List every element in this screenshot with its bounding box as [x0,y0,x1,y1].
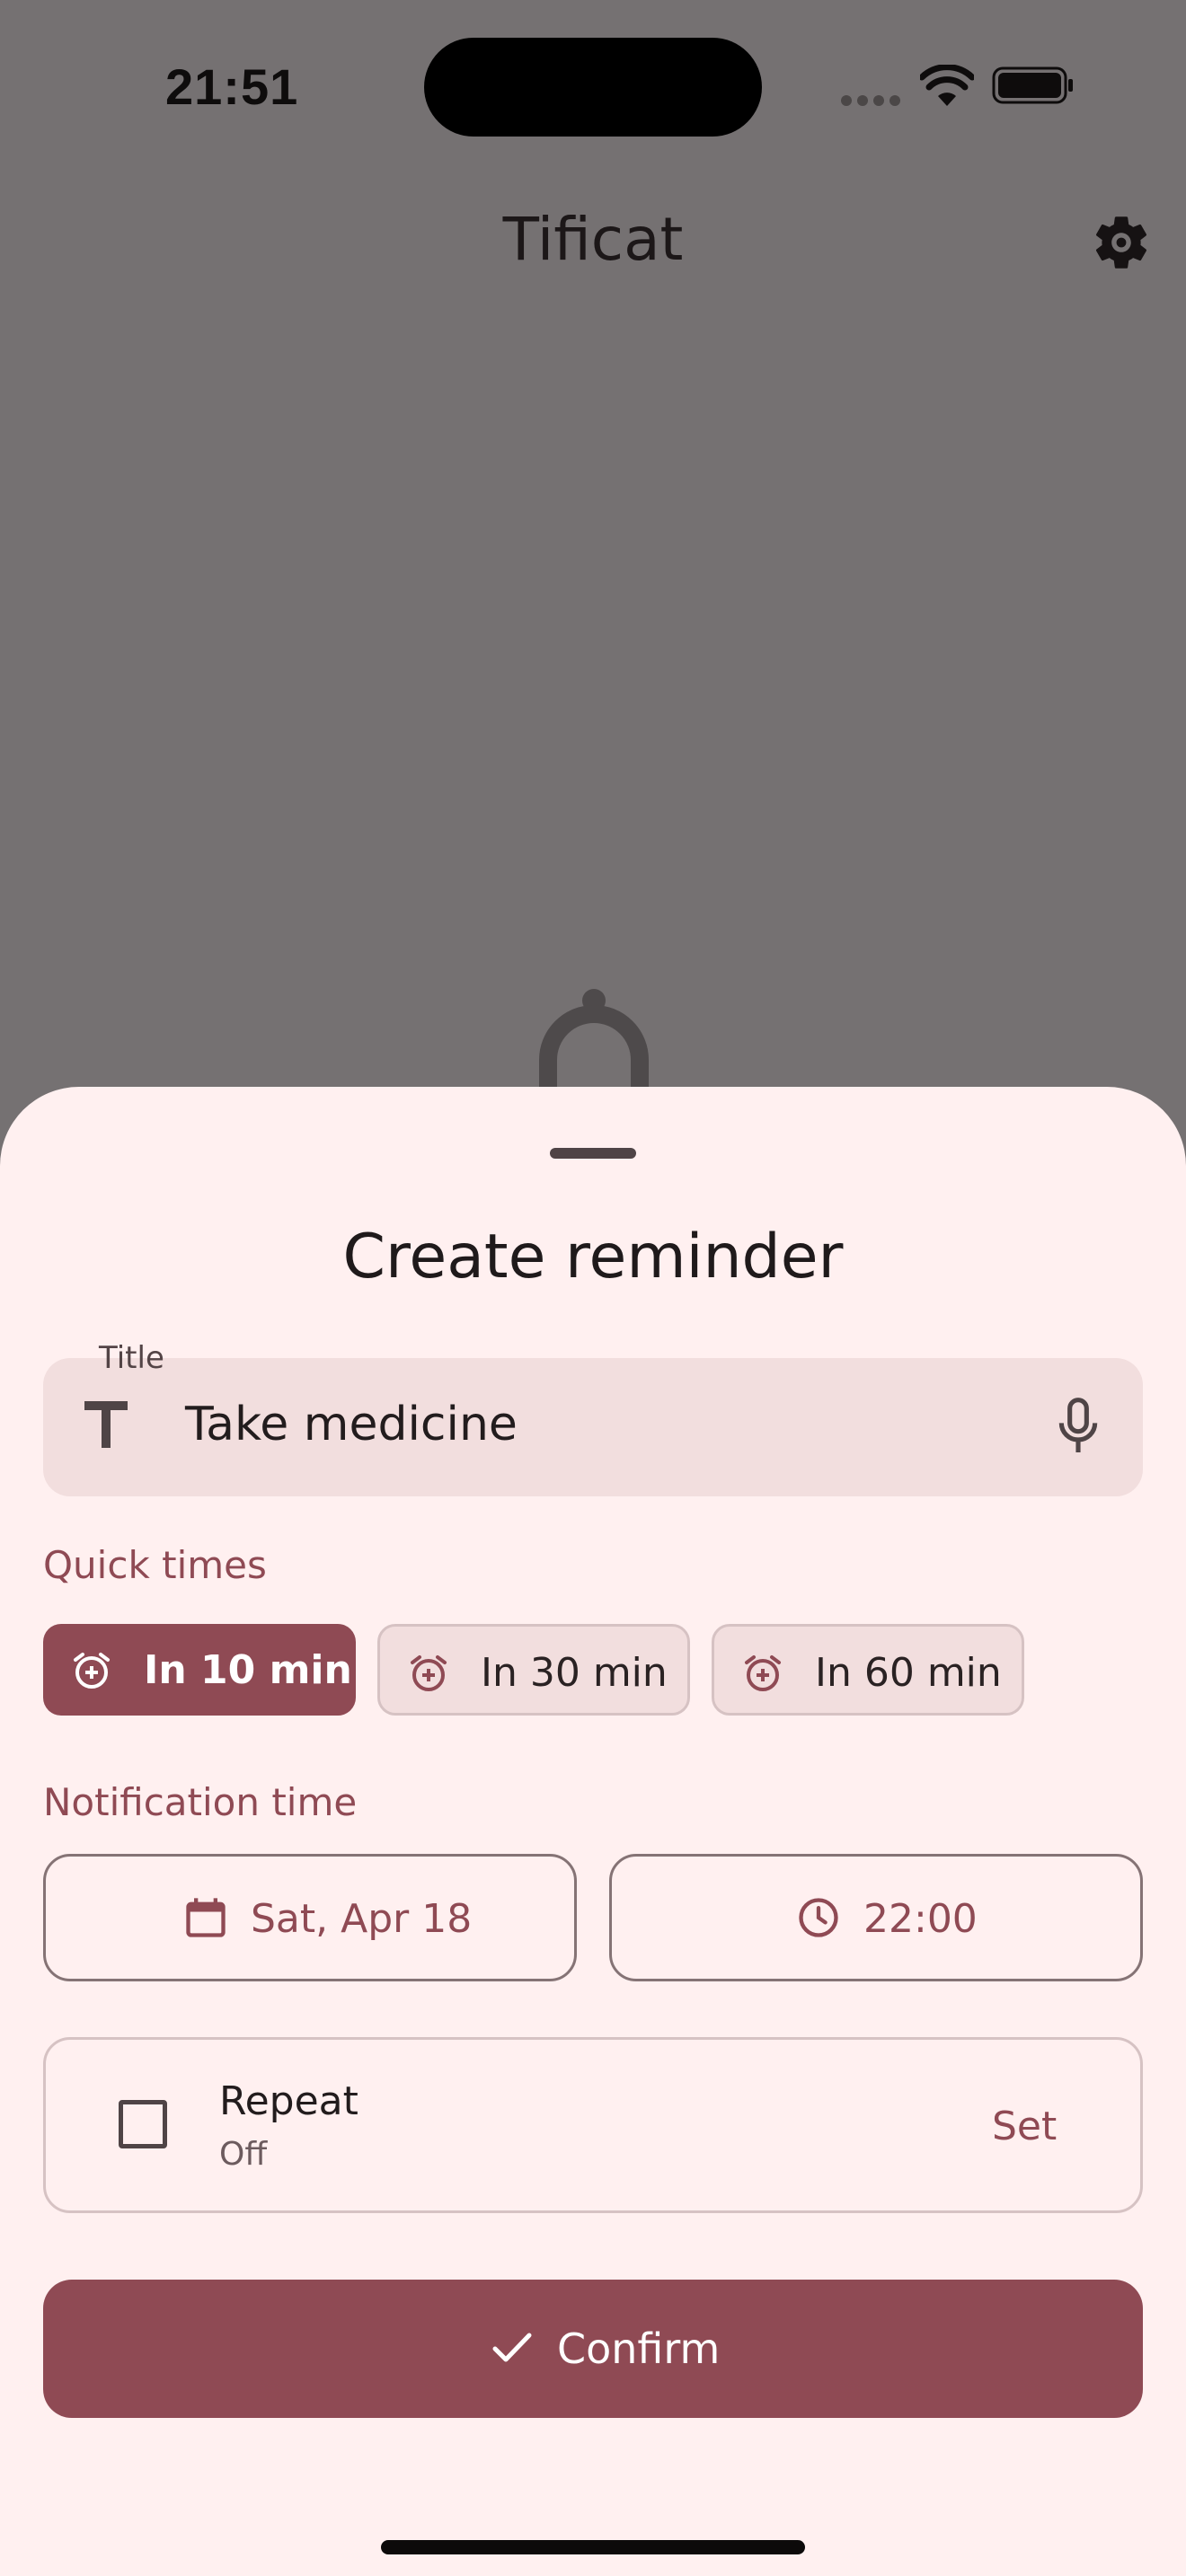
title-field-label: Title [99,1340,164,1376]
title-input-value[interactable]: Take medicine [185,1398,518,1451]
battery-icon [992,66,1073,104]
gear-icon[interactable] [1089,210,1154,275]
repeat-label: Repeat [219,2078,358,2124]
text-t-icon [84,1401,128,1448]
check-icon [492,2333,532,2362]
dynamic-island [424,38,762,137]
quick-time-chip-30[interactable]: In 30 min [377,1624,690,1716]
clock-icon [799,1898,838,1937]
date-picker-button[interactable]: Sat, Apr 18 [43,1854,577,1981]
quick-time-chip-60[interactable]: In 60 min [712,1624,1024,1716]
cellular-dots-icon [841,95,902,106]
alarm-add-icon [411,1655,447,1691]
drag-handle[interactable] [550,1148,636,1159]
confirm-label[interactable]: Confirm [557,2325,720,2373]
chip-label: In 30 min [481,1650,668,1696]
chip-label: In 60 min [815,1650,1002,1696]
date-value: Sat, Apr 18 [251,1896,473,1942]
status-time: 21:51 [165,58,299,115]
wifi-icon [920,65,974,106]
quick-times-label: Quick times [43,1543,267,1587]
app-title: Tificat [502,205,684,274]
alarm-add-icon [74,1653,110,1689]
repeat-card[interactable] [43,2037,1143,2213]
quick-time-chip-10[interactable]: In 10 min [43,1624,356,1716]
notification-time-label: Notification time [43,1780,358,1824]
alarm-add-icon [745,1655,781,1691]
home-indicator[interactable] [381,2540,805,2554]
microphone-icon[interactable] [1053,1396,1103,1459]
repeat-set-button[interactable]: Set [992,2104,1057,2149]
repeat-checkbox[interactable] [119,2100,167,2148]
time-value: 22:00 [863,1896,978,1942]
time-picker-button[interactable]: 22:00 [609,1854,1143,1981]
chip-label: In 10 min [144,1647,352,1693]
calendar-icon [186,1898,226,1937]
sheet-title: Create reminder [342,1222,844,1292]
bell-icon [539,989,649,1089]
repeat-status: Off [219,2136,268,2173]
